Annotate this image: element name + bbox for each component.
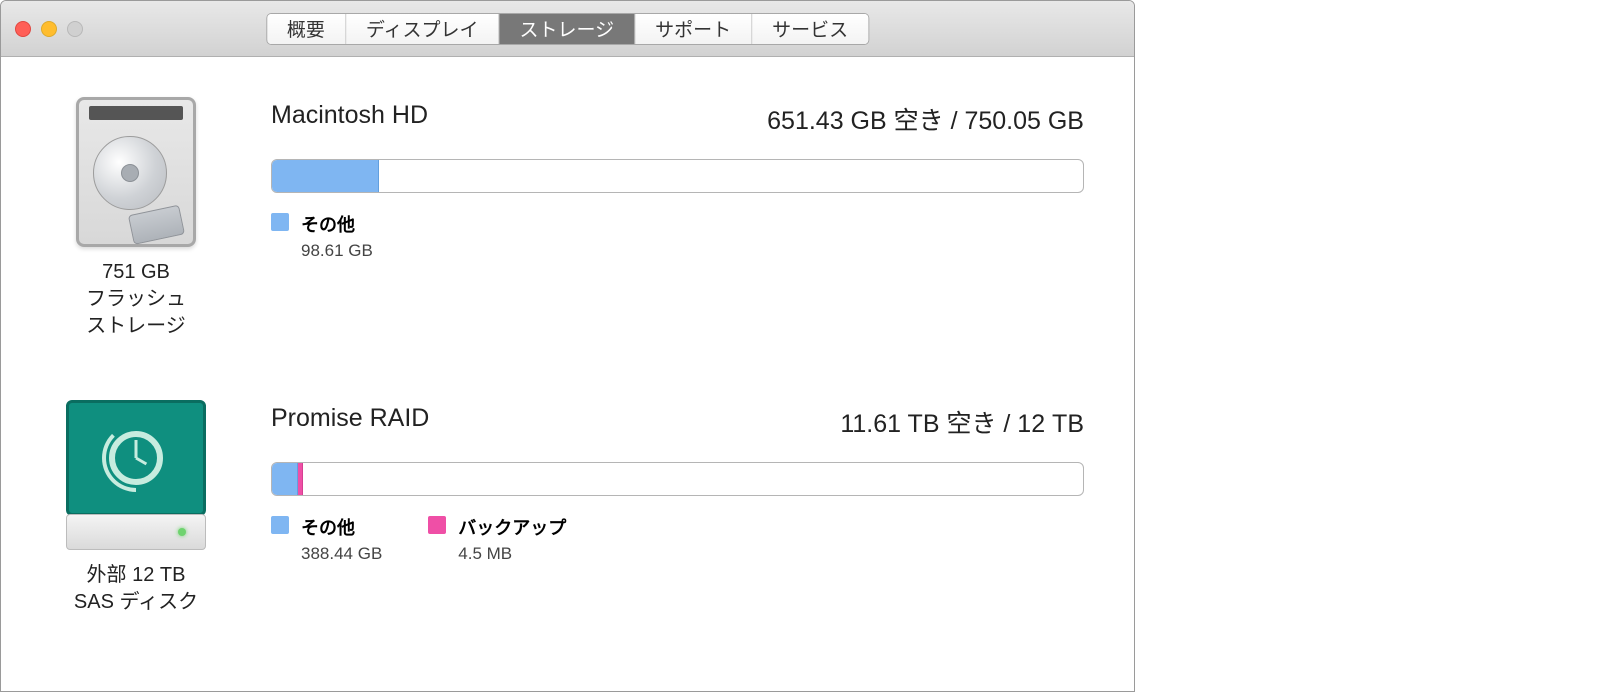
tab-2[interactable]: ストレージ <box>500 14 636 44</box>
tab-1[interactable]: ディスプレイ <box>346 14 500 44</box>
window-controls <box>15 21 83 37</box>
drive-info: Promise RAID 11.61 TB 空き / 12 TB その他 388.44… <box>271 400 1084 564</box>
tab-3[interactable]: サポート <box>635 14 752 44</box>
tab-bar: 概要ディスプレイストレージサポートサービス <box>266 13 869 45</box>
close-window-button[interactable] <box>15 21 31 37</box>
drive-capacity-text: 11.61 TB 空き / 12 TB <box>840 404 1084 440</box>
usage-bar <box>271 159 1084 193</box>
usage-segment-pink <box>298 463 303 495</box>
about-this-mac-window: 概要ディスプレイストレージサポートサービス 751 GBフラッシュストレージMa… <box>0 0 1135 692</box>
legend-swatch-blue <box>271 516 289 534</box>
drive-info: Macintosh HD 651.43 GB 空き / 750.05 GB その他 9… <box>271 97 1084 261</box>
legend-name: その他 <box>301 514 382 540</box>
tab-4[interactable]: サービス <box>752 14 868 44</box>
drive-caption: 外部 12 TBSAS ディスク <box>74 562 198 616</box>
legend-text: その他 98.61 GB <box>301 211 373 261</box>
drive-row-0: 751 GBフラッシュストレージ Macintosh HD 651.43 GB 空き… <box>51 97 1084 340</box>
internal-drive-icon <box>66 97 206 247</box>
legend-value: 98.61 GB <box>301 241 373 261</box>
usage-legend: その他 388.44 GB バックアップ 4.5 MB <box>271 514 1084 564</box>
usage-segment-blue <box>272 160 379 192</box>
drive-header: Promise RAID 11.61 TB 空き / 12 TB <box>271 404 1084 440</box>
drive-caption-line: 外部 12 TB <box>74 562 198 589</box>
legend-swatch-pink <box>428 516 446 534</box>
zoom-window-button[interactable] <box>67 21 83 37</box>
drive-capacity-text: 651.43 GB 空き / 750.05 GB <box>767 101 1084 137</box>
drive-row-1: 外部 12 TBSAS ディスク Promise RAID 11.61 TB 空き … <box>51 400 1084 616</box>
timemachine-drive-icon <box>66 400 206 550</box>
legend-text: バックアップ 4.5 MB <box>458 514 566 564</box>
drive-title: Macintosh HD <box>271 101 428 137</box>
minimize-window-button[interactable] <box>41 21 57 37</box>
usage-segment-blue <box>272 463 298 495</box>
usage-legend: その他 98.61 GB <box>271 211 1084 261</box>
drive-caption: 751 GBフラッシュストレージ <box>86 259 186 340</box>
drive-icon-column: 外部 12 TBSAS ディスク <box>51 400 221 616</box>
drive-caption-line: 751 GB <box>86 259 186 286</box>
storage-content: 751 GBフラッシュストレージ Macintosh HD 651.43 GB 空き… <box>1 57 1134 692</box>
legend-value: 4.5 MB <box>458 544 566 564</box>
drive-header: Macintosh HD 651.43 GB 空き / 750.05 GB <box>271 101 1084 137</box>
drive-title: Promise RAID <box>271 404 429 440</box>
legend-item: その他 388.44 GB <box>271 514 382 564</box>
legend-item: その他 98.61 GB <box>271 211 373 261</box>
drive-caption-line: ストレージ <box>86 313 186 340</box>
legend-item: バックアップ 4.5 MB <box>428 514 566 564</box>
legend-value: 388.44 GB <box>301 544 382 564</box>
legend-text: その他 388.44 GB <box>301 514 382 564</box>
usage-bar <box>271 462 1084 496</box>
drive-icon-column: 751 GBフラッシュストレージ <box>51 97 221 340</box>
tab-0[interactable]: 概要 <box>267 14 346 44</box>
legend-name: バックアップ <box>458 514 566 540</box>
titlebar: 概要ディスプレイストレージサポートサービス <box>1 1 1134 57</box>
drive-caption-line: フラッシュ <box>86 286 186 313</box>
legend-name: その他 <box>301 211 373 237</box>
legend-swatch-blue <box>271 213 289 231</box>
drive-caption-line: SAS ディスク <box>74 589 198 616</box>
